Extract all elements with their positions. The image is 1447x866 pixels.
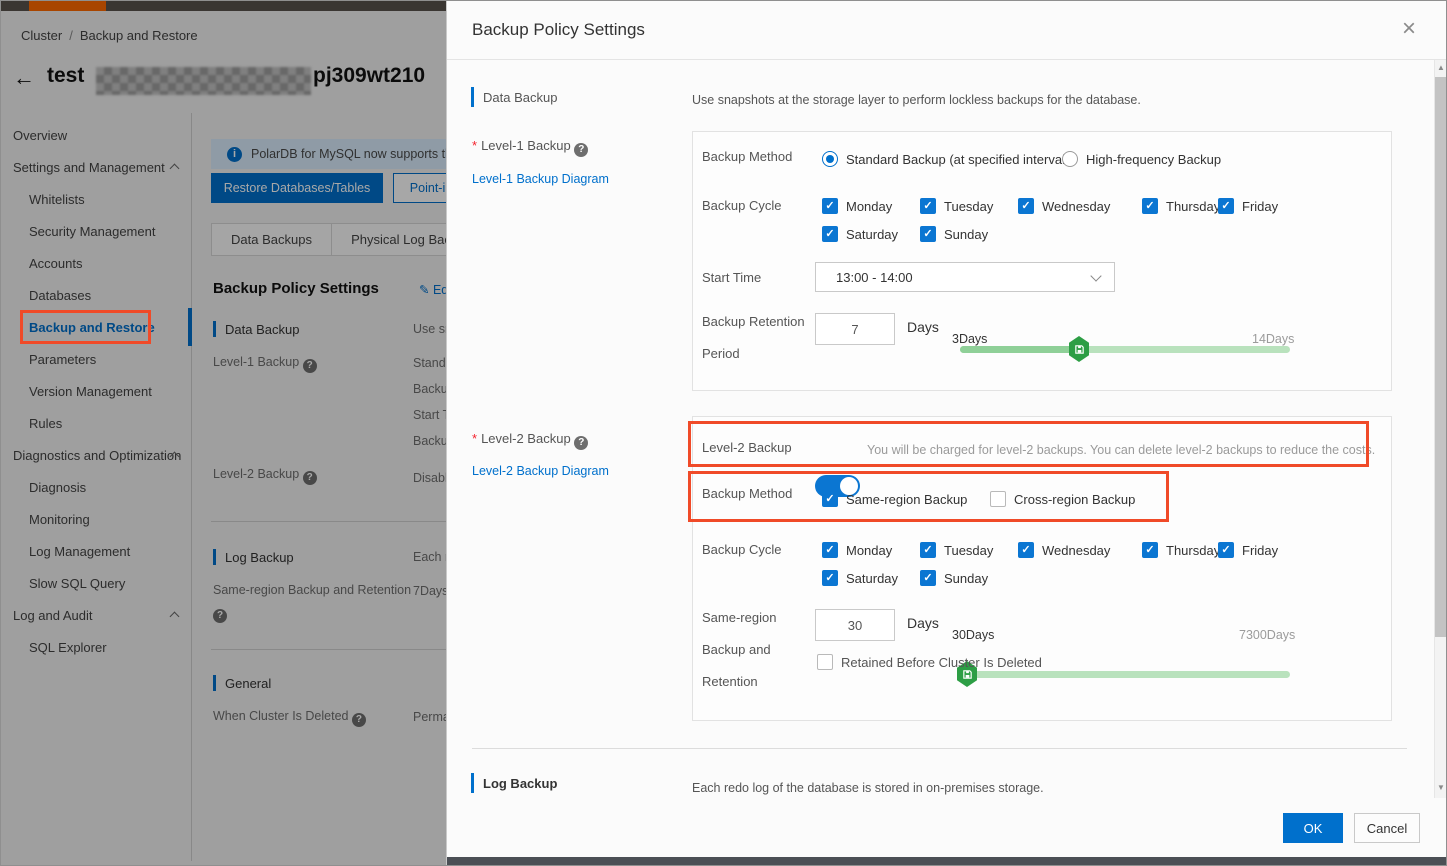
checkbox-checked-icon	[822, 570, 838, 586]
checkbox-wednesday[interactable]: Wednesday	[1018, 542, 1110, 558]
checkbox-friday[interactable]: Friday	[1218, 542, 1278, 558]
checkbox-checked-icon	[920, 570, 936, 586]
checkbox-sunday[interactable]: Sunday	[920, 570, 988, 586]
modal-nav-level2-label: * Level-2 Backup ?	[472, 431, 589, 450]
days-unit-label: Days	[907, 319, 939, 335]
checkbox-sunday[interactable]: Sunday	[920, 226, 988, 242]
checkbox-monday[interactable]: Monday	[822, 198, 892, 214]
scrollbar-up-icon[interactable]: ▲	[1436, 63, 1446, 72]
required-mark: *	[472, 138, 478, 153]
radio-high-frequency-backup[interactable]: High-frequency Backup	[1062, 151, 1221, 167]
checkbox-wednesday[interactable]: Wednesday	[1018, 198, 1110, 214]
log-backup-description: Each redo log of the database is stored …	[692, 781, 1044, 795]
modal-nav-level1-label: * Level-1 Backup ?	[472, 138, 589, 157]
help-icon[interactable]: ?	[574, 143, 589, 157]
checkbox-checked-icon	[920, 542, 936, 558]
checkbox-monday[interactable]: Monday	[822, 542, 892, 558]
modal-backdrop[interactable]	[1, 1, 446, 865]
checkbox-checked-icon	[920, 198, 936, 214]
scrollbar-down-icon[interactable]: ▼	[1436, 783, 1446, 792]
days-unit-label: Days	[907, 615, 939, 631]
screen: Cluster / Backup and Restore ← test pj309w…	[0, 0, 1447, 866]
checkbox-checked-icon	[920, 226, 936, 242]
retention-slider[interactable]	[960, 336, 1290, 362]
save-disk-icon	[962, 669, 972, 679]
checkbox-checked-icon	[822, 226, 838, 242]
checkbox-checked-icon	[822, 198, 838, 214]
slider-min-label: 30Days	[952, 628, 995, 642]
level2-backup-diagram-link[interactable]: Level-2 Backup Diagram	[472, 464, 609, 478]
section-bar	[471, 773, 474, 793]
checkbox-checked-icon	[822, 491, 838, 507]
same-region-retention-label: Same-region Backup and Retention	[702, 610, 777, 689]
slider-fill	[960, 346, 1079, 353]
modal-nav-data-backup: Data Backup	[471, 87, 557, 107]
checkbox-thursday[interactable]: Thursday	[1142, 542, 1220, 558]
start-time-select[interactable]: 13:00 - 14:00	[815, 262, 1115, 292]
checkbox-checked-icon	[822, 542, 838, 558]
close-icon[interactable]: ×	[1402, 15, 1416, 43]
retention-days-input[interactable]	[815, 313, 895, 345]
window-bottom-edge	[447, 857, 1446, 865]
checkbox-saturday[interactable]: Saturday	[822, 570, 898, 586]
checkbox-unchecked-icon	[990, 491, 1006, 507]
ok-button[interactable]: OK	[1283, 813, 1343, 843]
checkbox-retained-before-cluster-deleted[interactable]: Retained Before Cluster Is Deleted	[817, 654, 1042, 670]
checkbox-saturday[interactable]: Saturday	[822, 226, 898, 242]
radio-standard-backup[interactable]: Standard Backup (at specified intervals)	[822, 151, 1076, 167]
radio-selected-icon	[822, 151, 838, 167]
data-backup-description: Use snapshots at the storage layer to pe…	[692, 93, 1141, 107]
checkbox-checked-icon	[1018, 542, 1034, 558]
slider-min-label: 3Days	[952, 332, 988, 346]
slider-max-label: 14Days	[1252, 332, 1295, 346]
modal-title: Backup Policy Settings	[472, 20, 645, 39]
help-icon[interactable]: ?	[574, 436, 589, 450]
slider-max-label: 7300Days	[1239, 628, 1296, 642]
level2-backup-cycle-label: Backup Cycle	[702, 542, 782, 557]
checkbox-same-region-backup[interactable]: Same-region Backup	[822, 491, 967, 507]
modal-nav-log-backup: Log Backup	[471, 773, 557, 793]
checkbox-tuesday[interactable]: Tuesday	[920, 542, 993, 558]
required-mark: *	[472, 431, 478, 446]
backup-retention-period-label: Backup Retention Period	[702, 314, 805, 361]
same-region-retention-days-input[interactable]	[815, 609, 895, 641]
start-time-label: Start Time	[702, 270, 762, 285]
section-bar	[471, 87, 474, 107]
checkbox-thursday[interactable]: Thursday	[1142, 198, 1220, 214]
checkbox-cross-region-backup[interactable]: Cross-region Backup	[990, 491, 1135, 507]
checkbox-checked-icon	[1218, 542, 1234, 558]
checkbox-checked-icon	[1218, 198, 1234, 214]
radio-unselected-icon	[1062, 151, 1078, 167]
checkbox-checked-icon	[1018, 198, 1034, 214]
level2-charge-note: You will be charged for level-2 backups.…	[867, 443, 1376, 457]
scrollbar-thumb[interactable]	[1435, 77, 1446, 637]
chevron-down-icon	[1090, 270, 1102, 282]
backup-policy-settings-modal: Backup Policy Settings × Data Backup * Le…	[446, 1, 1446, 865]
checkbox-friday[interactable]: Friday	[1218, 198, 1278, 214]
checkbox-checked-icon	[1142, 198, 1158, 214]
checkbox-unchecked-icon	[817, 654, 833, 670]
modal-section-divider	[472, 748, 1407, 749]
backup-method-label: Backup Method	[702, 149, 793, 164]
level1-backup-diagram-link[interactable]: Level-1 Backup Diagram	[472, 172, 609, 186]
same-region-retention-slider[interactable]	[957, 661, 1290, 687]
level2-backup-method-label: Backup Method	[702, 486, 793, 501]
checkbox-tuesday[interactable]: Tuesday	[920, 198, 993, 214]
modal-header-divider	[447, 59, 1446, 60]
cancel-button[interactable]: Cancel	[1354, 813, 1420, 843]
backup-cycle-label: Backup Cycle	[702, 198, 782, 213]
level2-backup-label: Level-2 Backup	[702, 440, 792, 455]
save-disk-icon	[1074, 344, 1084, 354]
checkbox-checked-icon	[1142, 542, 1158, 558]
